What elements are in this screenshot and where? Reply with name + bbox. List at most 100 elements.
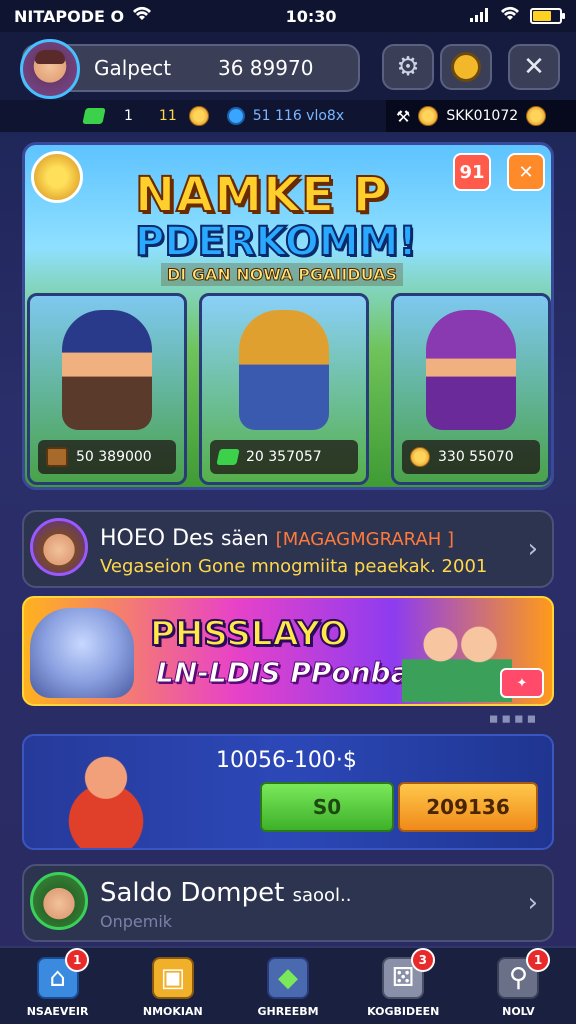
- wallet-avatar: [30, 872, 88, 930]
- shop-icon: ▣: [151, 957, 194, 999]
- nav-label: NMOKIAN: [142, 1005, 203, 1018]
- cat-mascot-icon: [30, 608, 134, 698]
- notification-badge: 1: [65, 948, 90, 972]
- news-avatar: [30, 518, 88, 576]
- blue-coin-icon: [226, 107, 245, 125]
- chevron-right-icon[interactable]: ›: [528, 888, 538, 918]
- profile-coins: 36 89970: [218, 56, 314, 80]
- nav-label: NOLV: [502, 1005, 535, 1018]
- top-header: Galpect 36 89970 ⚙ ✕: [0, 32, 576, 100]
- gold-coin-icon: [418, 106, 439, 126]
- mage-character-icon: [426, 310, 516, 430]
- nav-label: KOGBIDEEN: [367, 1005, 440, 1018]
- promo-banner[interactable]: PHSSLAYO LN-LDIS PPonbail! ✦: [22, 596, 554, 706]
- gold-coin-icon: [410, 447, 430, 467]
- hero-close-button[interactable]: ✕: [507, 153, 545, 191]
- character-card-value: 330 55070: [438, 449, 514, 465]
- close-button[interactable]: ✕: [508, 44, 560, 90]
- monkey-hero-icon: [44, 740, 168, 848]
- nav-search[interactable]: ⚲ NOLV 1: [461, 948, 576, 1024]
- news-subtitle: Vegaseion Gone mnogmiita peaekak. 2001: [100, 556, 488, 577]
- character-card-footer: 50 389000: [38, 440, 176, 474]
- carousel-dot[interactable]: [303, 489, 311, 490]
- hero-title: NAMKE P: [134, 166, 389, 224]
- chest-icon: [46, 447, 68, 467]
- settings-button[interactable]: ⚙: [382, 44, 434, 90]
- promo-pager-icon: ◼ ◼ ◼ ◼: [488, 712, 536, 725]
- compass-button[interactable]: [440, 44, 492, 90]
- character-card-footer: 330 55070: [402, 440, 540, 474]
- wallet-title: Saldo Dompet saool..: [100, 878, 351, 908]
- status-bar: NITAPODE O 10:30: [0, 0, 576, 32]
- wallet-card[interactable]: Saldo Dompet saool.. Onpemik ›: [22, 864, 554, 942]
- carrier-label: NITAPODE O: [14, 6, 125, 26]
- green-gem-icon: [216, 449, 240, 465]
- nav-home[interactable]: ⌂ NSAEVEIR 1: [0, 948, 115, 1024]
- green-gem-icon: [82, 108, 106, 124]
- profile-pill[interactable]: Galpect 36 89970: [20, 39, 360, 99]
- battery-icon: [529, 8, 565, 24]
- offer-price: 10056-100·$: [216, 748, 357, 773]
- carousel-dot[interactable]: [255, 489, 263, 490]
- character-card-3[interactable]: 330 55070: [391, 293, 551, 485]
- blue-currency-value: 51 116 vlo8x: [252, 108, 345, 124]
- news-card[interactable]: HOEO Des säen [MAGAGMGRARAH ] Vegaseion …: [22, 510, 554, 588]
- hero-title-line2: PDERKOMM!: [134, 218, 418, 266]
- signal-icon: [469, 7, 490, 26]
- wifi-icon: [132, 6, 152, 26]
- hero-subtitle: DI GAN NOWA PGAIIDUAS: [161, 263, 403, 286]
- carousel-dots[interactable]: [25, 489, 554, 490]
- compass-icon: [451, 52, 481, 82]
- nav-shop[interactable]: ▣ NMOKIAN: [115, 948, 230, 1024]
- character-card-2[interactable]: 20 357057: [199, 293, 369, 485]
- carousel-dot[interactable]: [287, 489, 295, 490]
- hero-counter-badge[interactable]: 91: [453, 153, 491, 191]
- nav-games[interactable]: ⚄ KOGBIDEEN 3: [346, 948, 461, 1024]
- character-card-value: 50 389000: [76, 449, 152, 465]
- kids-characters-icon: [402, 606, 512, 702]
- bottom-nav: ⌂ NSAEVEIR 1 ▣ NMOKIAN ◆ GHREEBM ⚄ KOGBI…: [0, 946, 576, 1024]
- close-icon: ✕: [523, 52, 545, 82]
- character-card-footer: 20 357057: [210, 440, 358, 474]
- offer-orange-button[interactable]: 209136: [398, 782, 538, 832]
- currency-bar: 1 11 51 116 vlo8x ⚒ SKK01072: [0, 100, 576, 132]
- hero-banner[interactable]: NAMKE P PDERKOMM! DI GAN NOWA PGAIIDUAS …: [22, 142, 554, 490]
- chevron-right-icon[interactable]: ›: [528, 534, 538, 564]
- carousel-dot[interactable]: [319, 489, 327, 490]
- gem-count-b: 11: [158, 108, 177, 124]
- game-logo-icon: [31, 151, 83, 203]
- close-icon: ✕: [518, 161, 534, 183]
- nav-label: NSAEVEIR: [26, 1005, 89, 1018]
- beast-character-icon: [239, 310, 329, 430]
- news-title-text: HOEO Des: [100, 526, 215, 551]
- profile-name: Galpect: [94, 56, 172, 80]
- promo-title: PHSSLAYO: [149, 613, 349, 655]
- gold-currency-box[interactable]: ⚒ SKK01072: [386, 100, 576, 132]
- wallet-subtitle: Onpemik: [100, 912, 173, 931]
- player-avatar[interactable]: [20, 39, 80, 99]
- gold-currency-value: SKK01072: [446, 108, 519, 124]
- news-tag: [MAGAGMGRARAH ]: [275, 529, 455, 550]
- news-title: HOEO Des säen [MAGAGMGRARAH ]: [100, 526, 454, 551]
- promo-tag[interactable]: ✦: [500, 668, 544, 698]
- nav-gems[interactable]: ◆ GHREEBM: [230, 948, 345, 1024]
- wallet-title-text: Saldo Dompet: [100, 878, 285, 908]
- news-title-extra: säen: [221, 526, 269, 550]
- carousel-dot[interactable]: [271, 489, 279, 490]
- character-card-1[interactable]: 50 389000: [27, 293, 187, 485]
- gold-stack-icon: [526, 106, 547, 126]
- gear-icon: ⚙: [396, 52, 420, 82]
- clock: 10:30: [285, 6, 337, 26]
- gold-coin-icon: [188, 106, 209, 126]
- offer-green-button[interactable]: S0: [260, 782, 394, 832]
- hammer-icon: ⚒: [396, 106, 411, 126]
- notification-badge: 1: [526, 948, 551, 972]
- warrior-character-icon: [62, 310, 152, 430]
- wallet-title-extra: saool..: [292, 885, 352, 906]
- offer-card[interactable]: 10056-100·$ S0 209136: [22, 734, 554, 850]
- notification-badge: 3: [410, 948, 435, 972]
- sparkle-icon: ✦: [516, 675, 528, 691]
- gem-chest-icon: ◆: [267, 957, 309, 999]
- wifi-icon: [500, 6, 520, 26]
- character-card-value: 20 357057: [246, 449, 322, 465]
